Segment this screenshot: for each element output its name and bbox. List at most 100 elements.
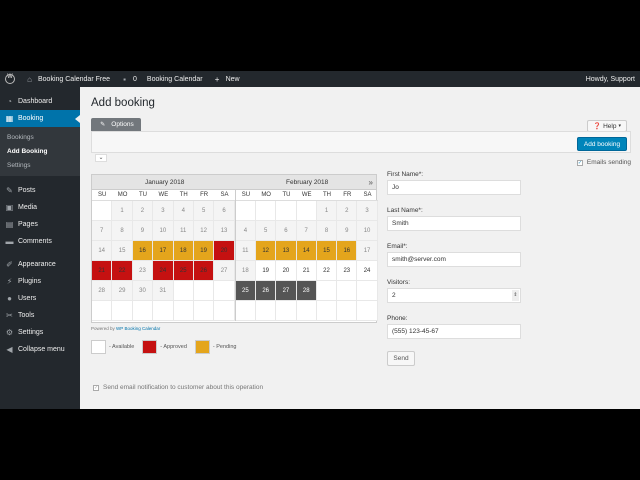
calendar-day: 2 (337, 201, 358, 221)
menu-booking[interactable]: ▦ Booking (0, 110, 80, 127)
menu-comments[interactable]: ▬ Comments (0, 233, 80, 250)
comments-link[interactable]: ▪ 0 (115, 71, 142, 87)
visitors-select[interactable]: 2 ⇕ (387, 288, 521, 303)
calendar-legend: - Available - Approved - Pending (91, 340, 244, 354)
weekday-label: WE (301, 192, 312, 198)
weekday-label: MO (117, 192, 128, 198)
visitors-label: Visitors: (387, 279, 410, 286)
site-name-link[interactable]: ⌂ Booking Calendar Free (20, 71, 115, 87)
powered-by-link[interactable]: WP Booking Calendar (116, 326, 160, 331)
legend-label: - Pending (212, 344, 237, 350)
options-tab[interactable]: ✎ Options (91, 118, 141, 131)
calendar-empty-cell (296, 201, 317, 221)
calendar-day[interactable]: 23 (337, 261, 358, 281)
chevron-down-icon[interactable]: ⌄ (95, 154, 107, 162)
calendar-empty-cell (153, 301, 174, 321)
calendar-day: 29 (112, 281, 133, 301)
calendar-empty-cell (316, 281, 338, 301)
main-content: Add booking ✎ Options ❓ Help ▾ Add booking … (80, 87, 640, 409)
brush-icon: ✐ (6, 260, 13, 269)
calendar-empty-cell (276, 301, 297, 321)
calendar-day: 6 (276, 221, 297, 241)
calendar-day: 3 (357, 201, 378, 221)
plugin-icon: ⚡ (6, 277, 13, 286)
calendar-empty-cell (92, 301, 113, 321)
weekday-label: SA (363, 192, 372, 198)
page-title: Add booking (91, 97, 155, 109)
legend-label: - Available (109, 344, 135, 350)
next-month-icon[interactable]: » (369, 178, 373, 187)
calendar-empty-cell (235, 301, 257, 321)
weekday-label: TH (179, 192, 188, 198)
calendar-day: 10 (357, 221, 378, 241)
calendar-day[interactable]: 21 (296, 261, 317, 281)
calendar-week: 4 5 6 7 8 9 10 (235, 221, 378, 241)
comments-icon: ▬ (5, 237, 14, 246)
calendar-day: 28 (92, 281, 113, 301)
calendar-day: 18 (173, 241, 194, 261)
menu-tools[interactable]: ✂ Tools (0, 307, 80, 324)
account-menu[interactable]: Howdy, Support (581, 71, 640, 87)
menu-dashboard[interactable]: ◔ Dashboard (0, 93, 80, 110)
menu-media[interactable]: ▣ Media (0, 199, 80, 216)
calendar-day: 7 (296, 221, 317, 241)
calendar-week (235, 301, 378, 321)
submenu-settings[interactable]: Settings (0, 158, 80, 172)
phone-field[interactable]: (555) 123-45-67 (387, 324, 521, 339)
weekday-label: TU (282, 192, 291, 198)
email-field[interactable]: smith@server.com (387, 252, 521, 267)
calendar-empty-cell (214, 281, 235, 301)
calendar-day[interactable]: 24 (357, 261, 378, 281)
add-booking-button[interactable]: Add booking (577, 137, 627, 151)
calendar-day: 16 (337, 241, 358, 261)
submenu-bookings[interactable]: Bookings (0, 130, 80, 144)
calendar-day: 4 (173, 201, 194, 221)
phone-label: Phone: (387, 315, 408, 322)
calendar-empty-cell (193, 301, 215, 321)
send-button[interactable]: Send (387, 351, 415, 366)
calendar-day: 15 (316, 241, 338, 261)
weekday-header: SU MO TU WE TH FR SA (92, 190, 235, 201)
menu-appearance[interactable]: ✐ Appearance (0, 256, 80, 273)
calendar-day: 31 (153, 281, 174, 301)
weekday-label: SA (220, 192, 229, 198)
wordpress-icon (5, 74, 15, 84)
calendar-day[interactable]: 19 (256, 261, 277, 281)
collapse-menu-button[interactable]: ◀ Collapse menu (0, 341, 80, 358)
booking-calendar: January 2018 February 2018 » SU MO TU WE TH F… (91, 174, 378, 323)
menu-pages[interactable]: ▤ Pages (0, 216, 80, 233)
calendar-day: 1 (112, 201, 133, 221)
notify-customer-checkbox[interactable]: ✓ Send email notification to customer abo… (93, 384, 263, 391)
weekday-label: MO (261, 192, 271, 198)
caret-down-icon: ▾ (618, 123, 621, 129)
media-icon: ▣ (5, 203, 14, 212)
calendar-day[interactable]: 20 (276, 261, 297, 281)
menu-posts[interactable]: ✎ Posts (0, 182, 80, 199)
emails-sending-checkbox[interactable]: ✓ Emails sending (576, 159, 631, 166)
booking-form: First Name*: Jo Last Name*: Smith Email*… (387, 171, 522, 366)
last-name-field[interactable]: Smith (387, 216, 521, 231)
calendar-day[interactable]: 22 (316, 261, 338, 281)
calendar-day: 9 (132, 221, 154, 241)
calendar-week: 7 8 9 10 11 12 13 (92, 221, 235, 241)
submenu-add-booking[interactable]: Add Booking (0, 144, 80, 158)
wordpress-logo-button[interactable] (0, 71, 20, 87)
calendar-day: 22 (112, 261, 133, 281)
select-arrows-icon: ⇕ (512, 290, 519, 301)
options-toolbar (91, 131, 631, 153)
menu-users[interactable]: ● Users (0, 290, 80, 307)
calendar-week (92, 301, 235, 321)
new-content-link[interactable]: + New (208, 71, 245, 87)
help-icon: ❓ (593, 123, 602, 130)
calendar-day: 11 (173, 221, 194, 241)
calendar-empty-cell (337, 301, 358, 321)
menu-settings[interactable]: ⚙ Settings (0, 324, 80, 341)
menu-plugins[interactable]: ⚡ Plugins (0, 273, 80, 290)
booking-calendar-link[interactable]: Booking Calendar (142, 71, 208, 87)
calendar-day: 17 (357, 241, 378, 261)
calendar-week: 21 22 23 24 25 26 27 (92, 261, 235, 281)
calendar-day: 25 (173, 261, 194, 281)
calendar-empty-cell (337, 281, 358, 301)
first-name-field[interactable]: Jo (387, 180, 521, 195)
calendar-day: 14 (92, 241, 113, 261)
